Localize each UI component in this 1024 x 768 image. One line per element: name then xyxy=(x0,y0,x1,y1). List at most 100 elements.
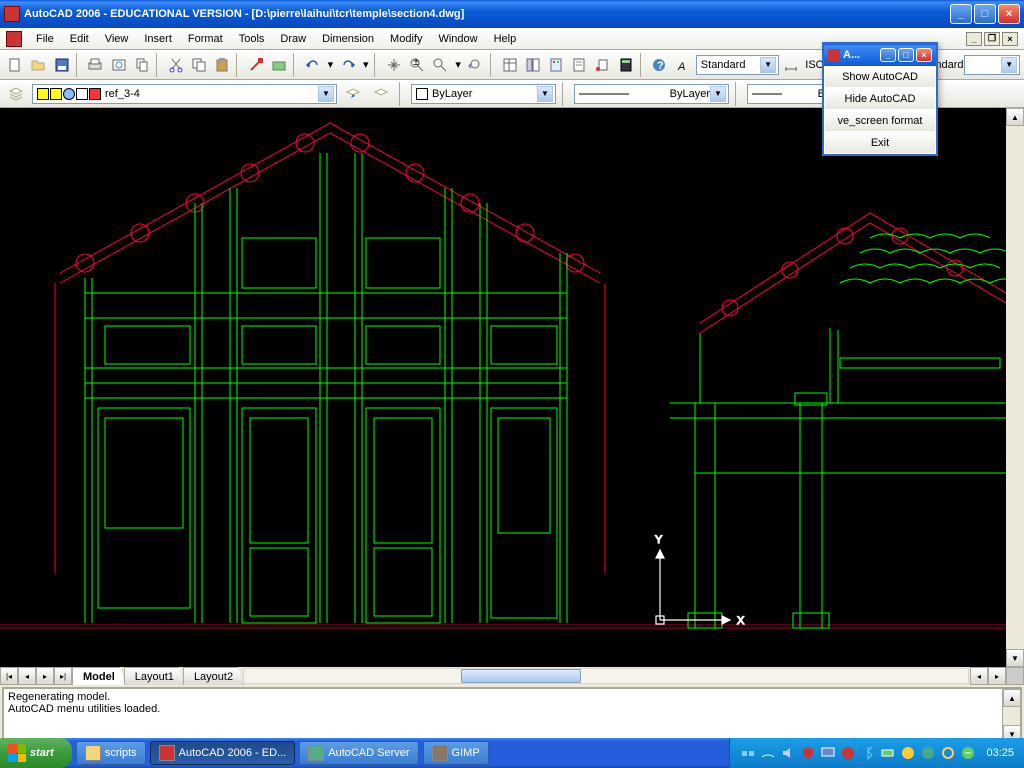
menu-window[interactable]: Window xyxy=(430,31,485,47)
zoom-dropdown[interactable]: ▾ xyxy=(453,53,464,77)
mdi-minimize-button[interactable]: _ xyxy=(966,32,982,46)
save-button[interactable] xyxy=(50,53,72,77)
menu-edit[interactable]: Edit xyxy=(62,31,97,47)
cmd-scrollbar[interactable]: ▲ ▼ xyxy=(1002,689,1020,743)
minimize-button[interactable]: _ xyxy=(950,4,972,24)
cmd-scroll-up[interactable]: ▲ xyxy=(1003,689,1021,707)
tray-bluetooth-icon[interactable] xyxy=(860,745,876,761)
tray-volume-icon[interactable] xyxy=(780,745,796,761)
popup-item-hide[interactable]: Hide AutoCAD xyxy=(824,88,936,110)
vertical-scrollbar[interactable]: ▲ ▼ xyxy=(1006,108,1024,667)
close-button[interactable]: × xyxy=(998,4,1020,24)
zoom-window-button[interactable] xyxy=(429,53,451,77)
menu-help[interactable]: Help xyxy=(486,31,525,47)
popup-close-button[interactable]: × xyxy=(916,48,932,62)
zoom-realtime-button[interactable]: ± xyxy=(406,53,428,77)
tab-next-button[interactable]: ▸ xyxy=(36,667,54,685)
undo-dropdown[interactable]: ▾ xyxy=(325,53,336,77)
maximize-button[interactable]: □ xyxy=(974,4,996,24)
hscroll-track[interactable] xyxy=(243,668,969,684)
color-combo[interactable]: ByLayer ▼ xyxy=(411,84,556,104)
redo-button[interactable] xyxy=(337,53,359,77)
linetype-combo[interactable]: ByLayer ▼ xyxy=(574,84,729,104)
calculator-button[interactable] xyxy=(615,53,637,77)
undo-button[interactable] xyxy=(302,53,324,77)
taskbar-item-scripts[interactable]: scripts xyxy=(76,741,146,765)
cut-button[interactable] xyxy=(164,53,186,77)
popup-maximize-button[interactable]: □ xyxy=(898,48,914,62)
mdi-restore-button[interactable]: ❐ xyxy=(984,32,1000,46)
tray-monitor-icon[interactable] xyxy=(820,745,836,761)
tray-clock[interactable]: 03:25 xyxy=(986,747,1014,759)
dimstyle-button[interactable] xyxy=(780,53,802,77)
popup-item-exit[interactable]: Exit xyxy=(824,132,936,154)
popup-item-format[interactable]: ve_screen format xyxy=(824,110,936,132)
lineweight-preview xyxy=(752,90,782,98)
popup-item-show[interactable]: Show AutoCAD xyxy=(824,66,936,88)
tab-first-button[interactable]: |◂ xyxy=(0,667,18,685)
tray-remove-icon[interactable] xyxy=(960,745,976,761)
open-button[interactable] xyxy=(27,53,49,77)
menu-insert[interactable]: Insert xyxy=(136,31,180,47)
tab-layout2[interactable]: Layout2 xyxy=(183,667,244,685)
start-button[interactable]: start xyxy=(0,738,72,768)
taskbar-item-gimp[interactable]: GIMP xyxy=(423,741,489,765)
tab-last-button[interactable]: ▸| xyxy=(54,667,72,685)
redo-dropdown[interactable]: ▾ xyxy=(360,53,371,77)
textstyle-button[interactable]: A xyxy=(673,53,695,77)
menu-file[interactable]: File xyxy=(28,31,62,47)
tablestyle-combo[interactable]: ▼ xyxy=(964,55,1020,75)
paste-button[interactable] xyxy=(211,53,233,77)
scroll-up-button[interactable]: ▲ xyxy=(1006,108,1024,126)
menu-draw[interactable]: Draw xyxy=(272,31,314,47)
tab-layout1[interactable]: Layout1 xyxy=(124,667,185,685)
markup-button[interactable] xyxy=(591,53,613,77)
layer-props-button[interactable] xyxy=(4,82,28,106)
design-center-button[interactable] xyxy=(522,53,544,77)
block-editor-button[interactable] xyxy=(268,53,290,77)
popup-titlebar[interactable]: A... _ □ × xyxy=(824,44,936,66)
new-button[interactable] xyxy=(4,53,26,77)
plot-preview-button[interactable] xyxy=(107,53,129,77)
taskbar-item-server[interactable]: AutoCAD Server xyxy=(299,741,418,765)
tray-av-icon[interactable] xyxy=(840,745,856,761)
tray-sync-icon[interactable] xyxy=(940,745,956,761)
menu-format[interactable]: Format xyxy=(180,31,231,47)
help-button[interactable]: ? xyxy=(648,53,670,77)
plot-button[interactable] xyxy=(84,53,106,77)
hscroll-thumb[interactable] xyxy=(461,669,581,683)
tray-info-icon[interactable] xyxy=(920,745,936,761)
zoom-previous-button[interactable] xyxy=(465,53,487,77)
layer-states-button[interactable] xyxy=(369,82,393,106)
tab-prev-button[interactable]: ◂ xyxy=(18,667,36,685)
popup-minimize-button[interactable]: _ xyxy=(880,48,896,62)
menu-modify[interactable]: Modify xyxy=(382,31,430,47)
tray-update-icon[interactable] xyxy=(900,745,916,761)
match-props-button[interactable] xyxy=(245,53,267,77)
menu-dimension[interactable]: Dimension xyxy=(314,31,382,47)
tray-network-icon[interactable] xyxy=(740,745,756,761)
publish-button[interactable] xyxy=(131,53,153,77)
textstyle-combo[interactable]: Standard▼ xyxy=(696,55,779,75)
system-tray[interactable]: 03:25 xyxy=(729,738,1024,768)
copy-button[interactable] xyxy=(188,53,210,77)
taskbar-item-autocad[interactable]: AutoCAD 2006 - ED... xyxy=(150,741,296,765)
tray-wifi-icon[interactable] xyxy=(760,745,776,761)
layer-previous-button[interactable] xyxy=(341,82,365,106)
command-window[interactable]: Regenerating model. AutoCAD menu utiliti… xyxy=(2,687,1022,745)
sheet-set-button[interactable] xyxy=(568,53,590,77)
menu-tools[interactable]: Tools xyxy=(231,31,273,47)
scroll-down-button[interactable]: ▼ xyxy=(1006,649,1024,667)
tray-shield-icon[interactable] xyxy=(800,745,816,761)
scroll-left-button[interactable]: ◂ xyxy=(970,667,988,685)
tool-palettes-button[interactable] xyxy=(545,53,567,77)
pan-button[interactable] xyxy=(383,53,405,77)
mdi-close-button[interactable]: × xyxy=(1002,32,1018,46)
layer-combo[interactable]: ref_3-4 ▼ xyxy=(32,84,337,104)
properties-button[interactable] xyxy=(499,53,521,77)
scroll-right-button[interactable]: ▸ xyxy=(988,667,1006,685)
drawing-canvas[interactable]: X Y ▲ ▼ |◂ ◂ ▸ ▸| Model Layout1 Layout2 … xyxy=(0,108,1024,685)
tab-model[interactable]: Model xyxy=(72,667,126,685)
menu-view[interactable]: View xyxy=(97,31,137,47)
tray-battery-icon[interactable] xyxy=(880,745,896,761)
